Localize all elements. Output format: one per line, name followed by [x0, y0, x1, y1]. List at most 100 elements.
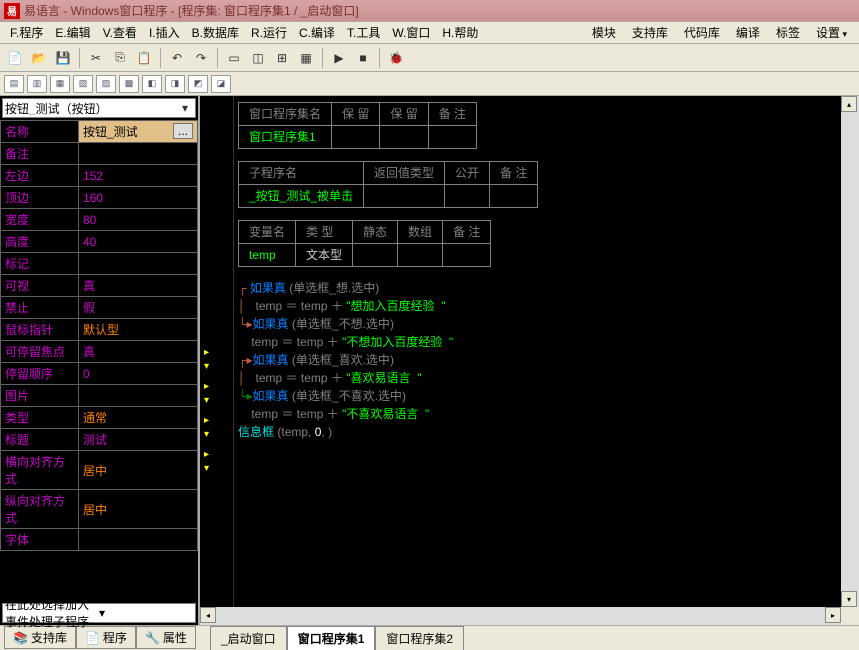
rmenu-codelib[interactable]: 代码库	[676, 24, 728, 41]
undo-icon[interactable]: ↶	[166, 47, 188, 69]
rmenu-settings[interactable]: 设置	[808, 24, 855, 41]
align3-icon[interactable]: ▦	[50, 75, 70, 93]
rmenu-module[interactable]: 模块	[584, 24, 624, 41]
chevron-down-icon[interactable]: ▾	[177, 101, 193, 115]
align5-icon[interactable]: ▨	[96, 75, 116, 93]
layout3-icon[interactable]: ⊞	[271, 47, 293, 69]
horizontal-scrollbar[interactable]: ◂ ▸	[200, 607, 841, 625]
ellipsis-button[interactable]: ...	[173, 123, 193, 139]
prop-value[interactable]: 40	[79, 231, 198, 253]
prop-key: 标记	[1, 253, 79, 275]
prop-key: 横向对齐方式	[1, 451, 79, 490]
prop-key: 禁止	[1, 297, 79, 319]
menu-insert[interactable]: I.插入	[143, 24, 186, 41]
prop-key: 宽度	[1, 209, 79, 231]
event-selector-text: 在此处选择加入事件处理子程序	[5, 596, 99, 630]
app-icon: 易	[4, 3, 20, 19]
align9-icon[interactable]: ◩	[188, 75, 208, 93]
paste-icon[interactable]: 📋	[133, 47, 155, 69]
menu-tool[interactable]: T.工具	[341, 24, 386, 41]
menu-view[interactable]: V.查看	[97, 24, 143, 41]
prop-key: 左边	[1, 165, 79, 187]
prop-value[interactable]	[79, 529, 198, 551]
table-subroutine: 子程序名返回值类型公开备 注 _按钮_测试_被单击	[238, 161, 538, 208]
prop-key: 备注	[1, 143, 79, 165]
debug-icon[interactable]: 🐞	[385, 47, 407, 69]
prop-key: 名称	[1, 121, 79, 143]
scroll-corner	[841, 607, 859, 625]
align1-icon[interactable]: ▤	[4, 75, 24, 93]
property-grid[interactable]: 名称按钮_测试...备注左边152顶边160宽度80高度40标记可视真禁止假鼠标…	[0, 120, 198, 601]
rmenu-support[interactable]: 支持库	[624, 24, 676, 41]
scroll-up-icon[interactable]: ▴	[841, 96, 857, 112]
prop-value[interactable]: 按钮_测试...	[79, 121, 198, 143]
align6-icon[interactable]: ▩	[119, 75, 139, 93]
prop-key: 高度	[1, 231, 79, 253]
layout4-icon[interactable]: ▦	[295, 47, 317, 69]
align4-icon[interactable]: ▧	[73, 75, 93, 93]
prop-value[interactable]: 真	[79, 275, 198, 297]
stop-icon[interactable]: ■	[352, 47, 374, 69]
scroll-down-icon[interactable]: ▾	[841, 591, 857, 607]
event-selector[interactable]: 在此处选择加入事件处理子程序 ▾	[2, 603, 196, 623]
menu-run[interactable]: R.运行	[245, 24, 293, 41]
prop-value[interactable]	[79, 385, 198, 407]
prop-value[interactable]: 居中	[79, 490, 198, 529]
menu-window[interactable]: W.窗口	[386, 24, 436, 41]
save-icon[interactable]: 💾	[52, 47, 74, 69]
align10-icon[interactable]: ◪	[211, 75, 231, 93]
doctab-start-window[interactable]: _启动窗口	[210, 626, 287, 650]
prop-key: 纵向对齐方式	[1, 490, 79, 529]
align8-icon[interactable]: ◨	[165, 75, 185, 93]
rmenu-label[interactable]: 标签	[768, 24, 808, 41]
align2-icon[interactable]: ▥	[27, 75, 47, 93]
table-assembly: 窗口程序集名保 留保 留备 注 窗口程序集1	[238, 102, 477, 149]
prop-value[interactable]: 测试	[79, 429, 198, 451]
open-icon[interactable]: 📂	[28, 47, 50, 69]
align7-icon[interactable]: ◧	[142, 75, 162, 93]
prop-key: 字体	[1, 529, 79, 551]
prop-key: 类型	[1, 407, 79, 429]
prop-key: 鼠标指针	[1, 319, 79, 341]
menu-file[interactable]: F.程序	[4, 24, 49, 41]
copy-icon[interactable]: ⎘	[109, 47, 131, 69]
prop-value[interactable]: 居中	[79, 451, 198, 490]
menu-database[interactable]: B.数据库	[186, 24, 245, 41]
prop-key: 可停留焦点	[1, 341, 79, 363]
prop-value[interactable]: 通常	[79, 407, 198, 429]
prop-value[interactable]: 0	[79, 363, 198, 385]
cut-icon[interactable]: ✂	[85, 47, 107, 69]
object-selector-input[interactable]	[5, 101, 177, 115]
prop-value[interactable]: 80	[79, 209, 198, 231]
object-selector[interactable]: ▾	[2, 98, 196, 118]
prop-key: 顶边	[1, 187, 79, 209]
prop-value[interactable]: 152	[79, 165, 198, 187]
vertical-scrollbar[interactable]: ▴ ▾	[841, 96, 859, 607]
prop-key: 图片	[1, 385, 79, 407]
menu-edit[interactable]: E.编辑	[49, 24, 96, 41]
doctab-assembly1[interactable]: 窗口程序集1	[287, 626, 376, 650]
redo-icon[interactable]: ↷	[190, 47, 212, 69]
code-editor[interactable]: 窗口程序集名保 留保 留备 注 窗口程序集1 子程序名返回值类型公开备 注 _按…	[238, 102, 841, 607]
scroll-right-icon[interactable]: ▸	[825, 607, 841, 623]
window-title: 易语言 - Windows窗口程序 - [程序集: 窗口程序集1 / _启动窗口…	[24, 2, 359, 19]
new-icon[interactable]: 📄	[4, 47, 26, 69]
prop-key: 停留顺序	[1, 363, 79, 385]
scroll-left-icon[interactable]: ◂	[200, 607, 216, 623]
menu-help[interactable]: H.帮助	[436, 24, 484, 41]
chevron-down-icon[interactable]: ▾	[99, 606, 193, 620]
prop-value[interactable]: 真	[79, 341, 198, 363]
prop-value[interactable]: 假	[79, 297, 198, 319]
code-gutter: ▸▾ ▸▾ ▸▾ ▸▾	[200, 96, 234, 625]
prop-value[interactable]: 160	[79, 187, 198, 209]
doctab-assembly2[interactable]: 窗口程序集2	[375, 626, 464, 650]
tab-property[interactable]: 🔧属性	[136, 626, 196, 649]
run-icon[interactable]: ▶	[328, 47, 350, 69]
layout1-icon[interactable]: ▭	[223, 47, 245, 69]
layout2-icon[interactable]: ◫	[247, 47, 269, 69]
prop-value[interactable]: 默认型	[79, 319, 198, 341]
menu-compile[interactable]: C.编译	[293, 24, 341, 41]
prop-value[interactable]	[79, 253, 198, 275]
prop-value[interactable]	[79, 143, 198, 165]
rmenu-compile[interactable]: 编译	[728, 24, 768, 41]
